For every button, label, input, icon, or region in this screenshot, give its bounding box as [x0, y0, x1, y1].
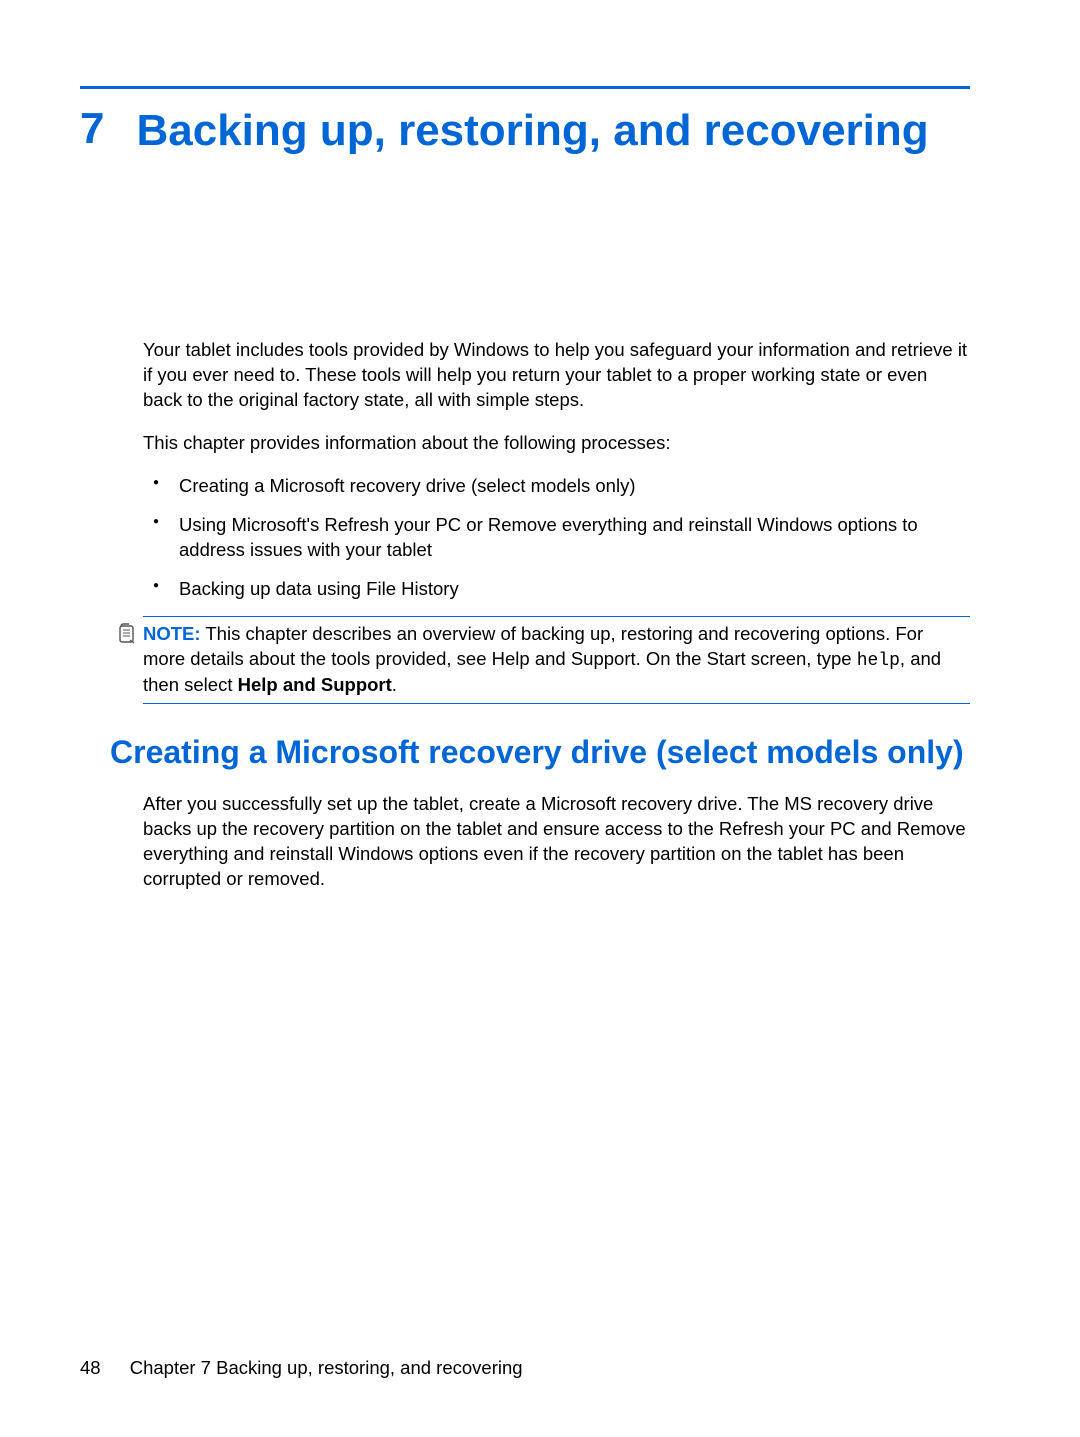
note-text-before: This chapter describes an overview of ba… [143, 623, 923, 669]
list-item: Backing up data using File History [143, 577, 970, 602]
chapter-number: 7 [80, 103, 104, 156]
note-text: NOTE: This chapter describes an overview… [143, 622, 970, 698]
note-block: NOTE: This chapter describes an overview… [115, 617, 970, 703]
page-content: 7 Backing up, restoring, and recovering … [0, 0, 1080, 892]
note-period: . [392, 674, 397, 695]
note-bold: Help and Support [238, 674, 392, 695]
process-list: Creating a Microsoft recovery drive (sel… [143, 474, 970, 602]
footer-text: Chapter 7 Backing up, restoring, and rec… [130, 1357, 523, 1378]
note-label: NOTE: [143, 623, 201, 644]
section-para: After you successfully set up the tablet… [143, 792, 970, 892]
list-item: Using Microsoft's Refresh your PC or Rem… [143, 513, 970, 563]
chapter-top-rule [80, 86, 970, 89]
section-heading: Creating a Microsoft recovery drive (sel… [110, 732, 970, 772]
note-bottom-rule [143, 703, 970, 704]
list-item: Creating a Microsoft recovery drive (sel… [143, 474, 970, 499]
note-icon [115, 623, 143, 652]
note-mono: help [857, 651, 900, 671]
intro-section: Your tablet includes tools provided by W… [143, 338, 970, 704]
intro-para-2: This chapter provides information about … [143, 431, 970, 456]
chapter-title: Backing up, restoring, and recovering [136, 103, 928, 158]
footer-page-number: 48 [80, 1357, 101, 1378]
chapter-header: 7 Backing up, restoring, and recovering [80, 103, 970, 158]
page-footer: 48 Chapter 7 Backing up, restoring, and … [80, 1357, 523, 1379]
intro-para-1: Your tablet includes tools provided by W… [143, 338, 970, 413]
section-body: After you successfully set up the tablet… [143, 792, 970, 892]
